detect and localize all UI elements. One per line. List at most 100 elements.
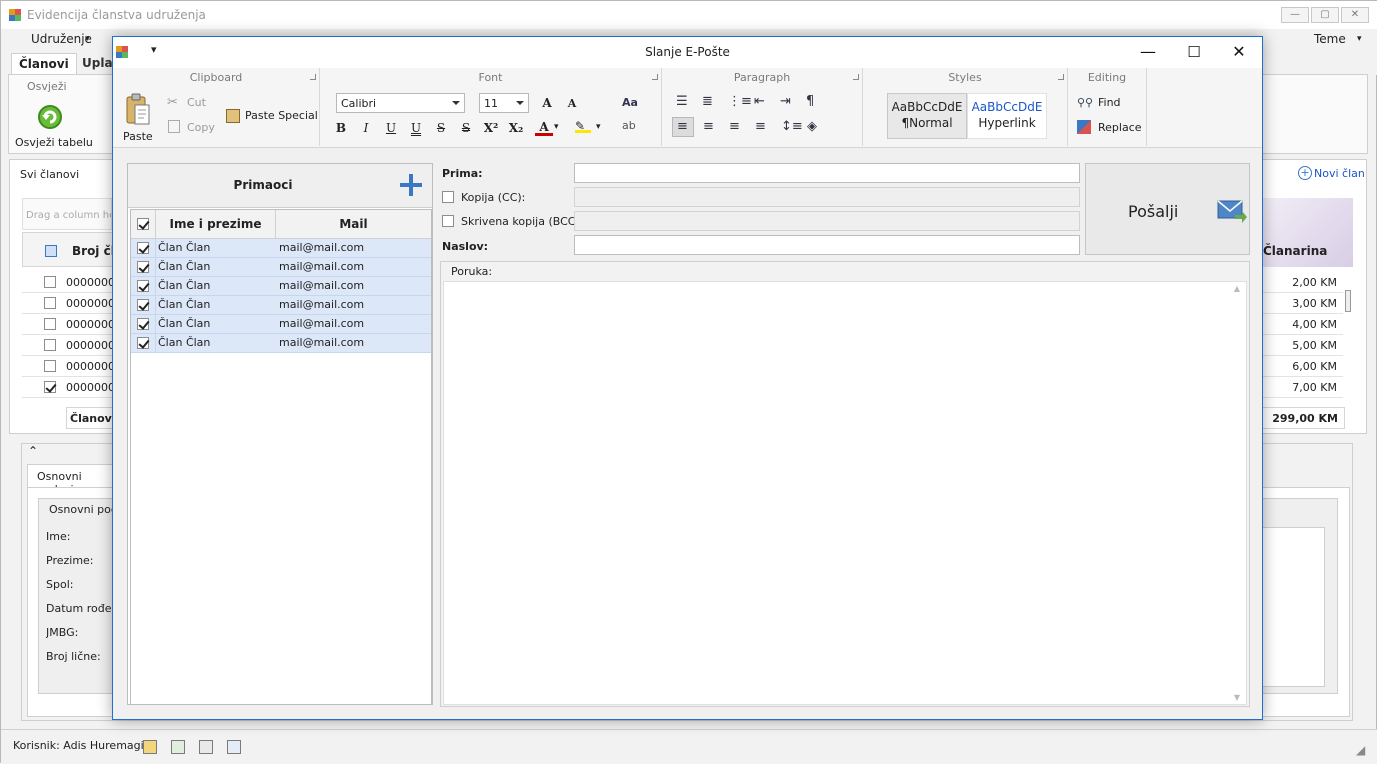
tab-clanovi[interactable]: Članovi bbox=[11, 53, 77, 75]
grow-font-icon[interactable]: A bbox=[538, 94, 556, 112]
send-button[interactable]: Pošalji bbox=[1085, 163, 1250, 255]
show-formatting-icon[interactable]: ¶ bbox=[806, 94, 814, 109]
minimize-button[interactable]: — bbox=[1125, 37, 1171, 68]
superscript-icon[interactable]: X² bbox=[482, 119, 500, 137]
editor-scroll-up-icon[interactable]: ▲ bbox=[1234, 284, 1240, 293]
bg-close-button[interactable]: ✕ bbox=[1341, 7, 1369, 23]
line-spacing-icon[interactable]: ↕≡ bbox=[781, 119, 803, 134]
copy-button[interactable]: Copy bbox=[187, 121, 215, 134]
strikethrough-icon[interactable]: S bbox=[432, 119, 450, 137]
recipient-row[interactable]: Član Član mail@mail.com bbox=[131, 315, 431, 334]
shading-icon[interactable]: ◈ bbox=[807, 119, 817, 134]
font-family-select[interactable]: Calibri bbox=[336, 93, 465, 113]
paste-special-button[interactable]: Paste Special bbox=[245, 109, 318, 122]
decrease-indent-icon[interactable]: ⇤ bbox=[754, 94, 765, 109]
font-size-select[interactable]: 11 bbox=[479, 93, 529, 113]
cc-checkbox[interactable] bbox=[442, 191, 454, 203]
paste-icon[interactable] bbox=[125, 93, 151, 127]
grid-scroll-thumb[interactable] bbox=[1345, 290, 1351, 312]
member-row-checkbox[interactable] bbox=[44, 297, 56, 309]
numbering-icon[interactable]: ≣ bbox=[702, 94, 713, 109]
find-button[interactable]: Find bbox=[1098, 96, 1121, 109]
message-editor[interactable]: ▲ ▼ bbox=[443, 281, 1247, 705]
clipboard-launcher-icon[interactable] bbox=[310, 74, 316, 80]
bcc-checkbox[interactable] bbox=[442, 215, 454, 227]
member-row[interactable]: 000000005 bbox=[22, 356, 114, 377]
bold-icon[interactable]: B bbox=[332, 119, 350, 137]
calculator-icon[interactable] bbox=[227, 740, 241, 754]
member-row-checkbox[interactable] bbox=[44, 339, 56, 351]
recipient-row[interactable]: Član Član mail@mail.com bbox=[131, 239, 431, 258]
change-case-button[interactable]: Aa bbox=[622, 96, 638, 109]
underline-icon[interactable]: U bbox=[382, 119, 400, 137]
member-row[interactable]: 000000003 bbox=[22, 314, 114, 335]
select-all-checkbox[interactable] bbox=[45, 245, 57, 257]
notes-icon[interactable] bbox=[143, 740, 157, 754]
member-row[interactable]: 000000004 bbox=[22, 335, 114, 356]
bg-maximize-button[interactable]: ▢ bbox=[1311, 7, 1339, 23]
refresh-icon[interactable] bbox=[36, 103, 66, 131]
align-center-icon[interactable]: ≡ bbox=[703, 119, 714, 134]
double-underline-icon[interactable]: U bbox=[407, 119, 425, 137]
menu-theme[interactable]: Teme bbox=[1314, 32, 1346, 46]
clear-format-icon[interactable]: ab bbox=[622, 119, 636, 132]
align-right-icon[interactable]: ≡ bbox=[729, 119, 740, 134]
new-member-link[interactable]: Novi član bbox=[1314, 167, 1365, 180]
col-name[interactable]: Ime i prezime bbox=[156, 210, 276, 239]
highlight-arrow-icon[interactable]: ▾ bbox=[596, 122, 601, 132]
recipient-row[interactable]: Član Član mail@mail.com bbox=[131, 296, 431, 315]
subscript-icon[interactable]: X₂ bbox=[507, 119, 525, 137]
grid-scrollbar[interactable] bbox=[1344, 272, 1354, 402]
recipients-select-all-checkbox[interactable] bbox=[137, 218, 149, 230]
add-recipient-icon[interactable] bbox=[400, 174, 422, 196]
tab-basic-data[interactable]: Osnovni podaci bbox=[27, 464, 115, 496]
excel-export-icon[interactable] bbox=[171, 740, 185, 754]
increase-indent-icon[interactable]: ⇥ bbox=[780, 94, 791, 109]
recipient-row[interactable]: Član Član mail@mail.com bbox=[131, 277, 431, 296]
cc-field[interactable] bbox=[574, 187, 1080, 207]
align-left-icon[interactable]: ≡ bbox=[677, 119, 688, 134]
member-row[interactable]: 000000002 bbox=[22, 293, 114, 314]
paste-button[interactable]: Paste bbox=[123, 130, 153, 143]
subject-field[interactable] bbox=[574, 235, 1080, 255]
font-color-icon[interactable]: A bbox=[535, 118, 553, 136]
col-fee[interactable]: Članarina bbox=[1263, 244, 1327, 258]
recipient-checkbox[interactable] bbox=[137, 261, 149, 273]
font-color-arrow-icon[interactable]: ▾ bbox=[554, 122, 559, 132]
replace-button[interactable]: Replace bbox=[1098, 121, 1142, 134]
refresh-table-button[interactable]: Osvježi tabelu bbox=[15, 136, 93, 149]
member-row-checkbox[interactable] bbox=[44, 276, 56, 288]
member-row-checkbox[interactable] bbox=[44, 360, 56, 372]
highlight-icon[interactable]: ✎ bbox=[575, 119, 591, 133]
multilevel-list-icon[interactable]: ⋮≡ bbox=[728, 94, 752, 109]
cut-button[interactable]: Cut bbox=[187, 96, 206, 109]
bg-minimize-button[interactable]: — bbox=[1281, 7, 1309, 23]
close-button[interactable]: ✕ bbox=[1216, 37, 1262, 68]
collapse-icon[interactable]: ⌃ bbox=[28, 444, 38, 458]
recipient-row[interactable]: Član Član mail@mail.com bbox=[131, 334, 431, 353]
member-row-checkbox[interactable] bbox=[44, 318, 56, 330]
editor-scroll-down-icon[interactable]: ▼ bbox=[1234, 693, 1240, 702]
recipient-checkbox[interactable] bbox=[137, 242, 149, 254]
to-field[interactable] bbox=[574, 163, 1080, 183]
italic-icon[interactable]: I bbox=[357, 119, 375, 137]
recipient-checkbox[interactable] bbox=[137, 280, 149, 292]
font-launcher-icon[interactable] bbox=[652, 74, 658, 80]
col-mail[interactable]: Mail bbox=[276, 210, 431, 239]
member-row-checkbox[interactable] bbox=[44, 381, 56, 393]
paragraph-launcher-icon[interactable] bbox=[853, 74, 859, 80]
recipient-row[interactable]: Član Član mail@mail.com bbox=[131, 258, 431, 277]
double-strikethrough-icon[interactable]: S bbox=[457, 119, 475, 137]
styles-launcher-icon[interactable] bbox=[1058, 74, 1064, 80]
recipient-checkbox[interactable] bbox=[137, 318, 149, 330]
maximize-button[interactable]: ☐ bbox=[1171, 37, 1217, 68]
bullets-icon[interactable]: ☰ bbox=[676, 94, 688, 109]
recipient-checkbox[interactable] bbox=[137, 337, 149, 349]
shrink-font-icon[interactable]: A bbox=[563, 95, 581, 113]
menu-udruzenje[interactable]: Udruženje bbox=[31, 32, 92, 46]
justify-icon[interactable]: ≡ bbox=[755, 119, 766, 134]
export-icon[interactable] bbox=[199, 740, 213, 754]
recipient-checkbox[interactable] bbox=[137, 299, 149, 311]
member-row[interactable]: 000000006 bbox=[22, 377, 114, 398]
style-hyperlink[interactable]: AaBbCcDdE Hyperlink bbox=[967, 93, 1047, 139]
